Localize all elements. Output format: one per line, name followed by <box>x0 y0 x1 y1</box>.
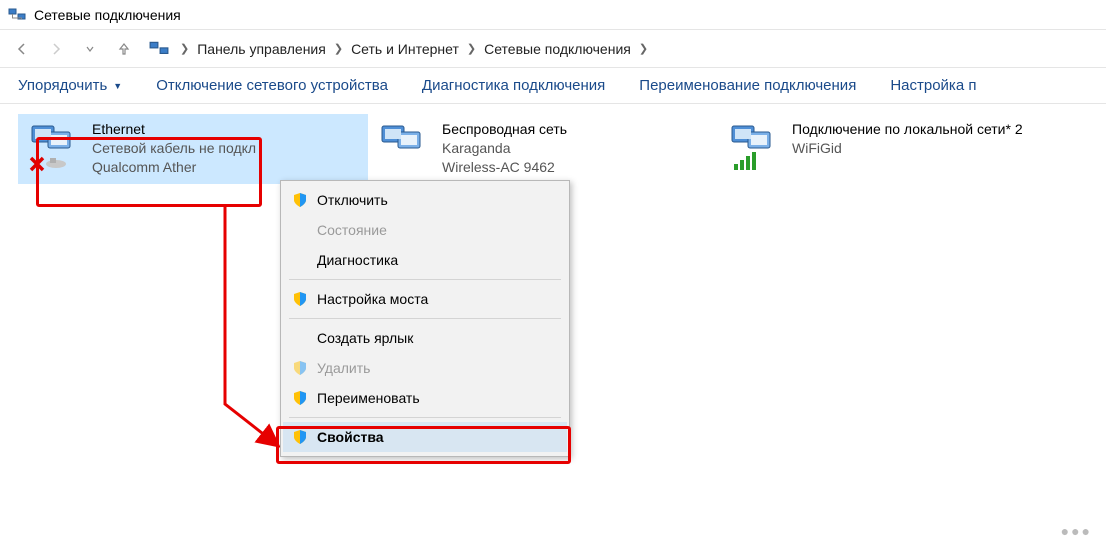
shield-icon <box>291 191 309 209</box>
nav-bar: ❯ Панель управления ❯ Сеть и Интернет ❯ … <box>0 30 1106 68</box>
address-bar-icon <box>148 38 170 60</box>
settings-button[interactable]: Настройка п <box>890 77 976 94</box>
connection-text: Беспроводная сеть Karaganda Wireless-AC … <box>442 120 567 177</box>
connection-text: Ethernet Сетевой кабель не подкл Qualcom… <box>92 120 256 177</box>
up-button[interactable] <box>110 35 138 63</box>
ctx-shortcut[interactable]: Создать ярлык <box>283 323 567 353</box>
breadcrumb-item[interactable]: Сетевые подключения <box>480 39 635 59</box>
chevron-right-icon: ❯ <box>639 42 648 55</box>
ethernet-disconnected-icon <box>26 120 80 174</box>
connection-status: Сетевой кабель не подкл <box>92 139 256 158</box>
diagnose-connection-button[interactable]: Диагностика подключения <box>422 77 605 94</box>
separator <box>289 318 561 319</box>
chevron-right-icon: ❯ <box>180 42 189 55</box>
forward-button[interactable] <box>42 35 70 63</box>
chevron-right-icon: ❯ <box>334 42 343 55</box>
connection-item-wireless[interactable]: Беспроводная сеть Karaganda Wireless-AC … <box>368 114 718 184</box>
ctx-label: Удалить <box>317 360 557 376</box>
title-bar: Сетевые подключения <box>0 0 1106 30</box>
window-title: Сетевые подключения <box>34 7 181 23</box>
breadcrumb[interactable]: ❯ Панель управления ❯ Сеть и Интернет ❯ … <box>180 39 648 59</box>
connection-title: Беспроводная сеть <box>442 120 567 139</box>
context-menu: Отключить Состояние Диагностика Настройк… <box>280 180 570 457</box>
ctx-properties[interactable]: Свойства <box>283 422 567 452</box>
connection-device: Wireless-AC 9462 <box>442 158 567 177</box>
connection-item-local[interactable]: Подключение по локальной сети* 2 WiFiGid <box>718 114 1068 184</box>
ctx-delete: Удалить <box>283 353 567 383</box>
ctx-label: Состояние <box>317 222 557 238</box>
chevron-down-icon: ▼ <box>113 81 122 91</box>
ctx-label: Отключить <box>317 192 557 208</box>
ctx-label: Настройка моста <box>317 291 557 307</box>
ctx-label: Свойства <box>317 429 557 445</box>
shield-icon <box>291 428 309 446</box>
disable-device-button[interactable]: Отключение сетевого устройства <box>156 77 388 94</box>
ctx-label: Переименовать <box>317 390 557 406</box>
breadcrumb-item[interactable]: Сеть и Интернет <box>347 39 463 59</box>
connections-list: Ethernet Сетевой кабель не подкл Qualcom… <box>18 114 1088 184</box>
connection-text: Подключение по локальной сети* 2 WiFiGid <box>792 120 1023 158</box>
connection-device: WiFiGid <box>792 139 1023 158</box>
ctx-disable[interactable]: Отключить <box>283 185 567 215</box>
connection-title: Ethernet <box>92 120 256 139</box>
back-button[interactable] <box>8 35 36 63</box>
separator <box>289 417 561 418</box>
rename-connection-button[interactable]: Переименование подключения <box>639 77 856 94</box>
ctx-diagnose[interactable]: Диагностика <box>283 245 567 275</box>
separator <box>289 279 561 280</box>
network-connections-icon <box>8 6 26 24</box>
shield-icon <box>291 290 309 308</box>
breadcrumb-item[interactable]: Панель управления <box>193 39 330 59</box>
network-adapter-icon <box>376 120 430 174</box>
connection-device: Qualcomm Ather <box>92 158 256 177</box>
wifi-signal-icon <box>726 120 780 174</box>
connection-item-ethernet[interactable]: Ethernet Сетевой кабель не подкл Qualcom… <box>18 114 368 184</box>
ctx-status: Состояние <box>283 215 567 245</box>
ctx-label: Создать ярлык <box>317 330 557 346</box>
resize-grip-icon: ●●● <box>1061 523 1092 539</box>
ctx-rename[interactable]: Переименовать <box>283 383 567 413</box>
organize-menu[interactable]: Упорядочить▼ <box>18 77 122 94</box>
shield-icon <box>291 389 309 407</box>
chevron-right-icon: ❯ <box>467 42 476 55</box>
ctx-bridge[interactable]: Настройка моста <box>283 284 567 314</box>
ctx-label: Диагностика <box>317 252 557 268</box>
toolbar: Упорядочить▼ Отключение сетевого устройс… <box>0 68 1106 104</box>
recent-dropdown[interactable] <box>76 35 104 63</box>
connection-title: Подключение по локальной сети* 2 <box>792 120 1023 139</box>
connection-status: Karaganda <box>442 139 567 158</box>
shield-icon <box>291 359 309 377</box>
